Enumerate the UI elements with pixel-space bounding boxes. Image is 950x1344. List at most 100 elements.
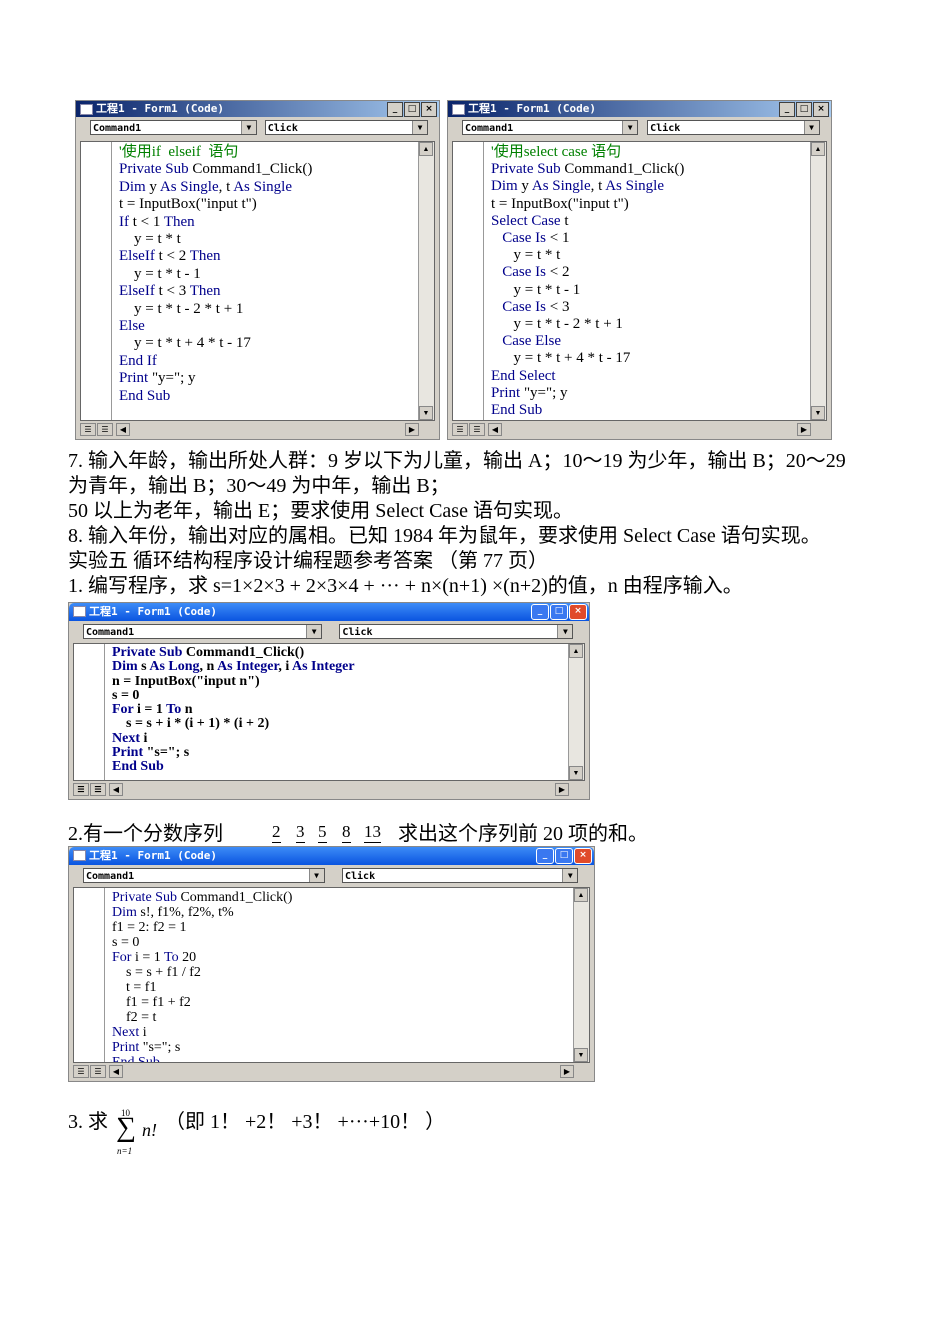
vertical-scrollbar[interactable]: ▲ ▼ (573, 888, 589, 1062)
close-button[interactable]: × (574, 848, 592, 864)
code-token: Next (112, 1025, 143, 1040)
code-line: If t < 1 Then (119, 214, 312, 231)
procedure-view-icon[interactable]: ☰ (73, 783, 89, 796)
full-module-view-icon[interactable]: ☰ (90, 783, 106, 796)
code-token: Print (119, 370, 152, 387)
procedure-dropdown[interactable]: Click ▼ (264, 120, 429, 135)
scroll-right-icon[interactable]: ▶ (405, 423, 419, 436)
scroll-down-icon[interactable]: ▼ (574, 1048, 588, 1062)
scroll-up-icon[interactable]: ▲ (569, 644, 583, 658)
scroll-right-icon[interactable]: ▶ (555, 783, 569, 796)
code-token: , i (278, 659, 292, 675)
procedure-dropdown[interactable]: Click ▼ (647, 120, 820, 135)
code-token: t = InputBox("input t") (491, 195, 629, 212)
code-token: Command1_Click() (185, 645, 305, 660)
scroll-left-icon[interactable]: ◀ (109, 783, 123, 796)
close-button[interactable]: × (421, 102, 437, 117)
close-button[interactable]: × (813, 102, 829, 117)
scroll-up-icon[interactable]: ▲ (419, 142, 433, 156)
minimize-button[interactable]: _ (387, 102, 403, 117)
code-line: Private Sub Command1_Click() (112, 645, 355, 660)
scroll-left-icon[interactable]: ◀ (116, 423, 130, 436)
code-line: Next i (112, 731, 355, 746)
code-editor[interactable]: Private Sub Command1_Click() Dim s!, f1%,… (73, 887, 590, 1063)
chevron-down-icon[interactable]: ▼ (557, 625, 573, 638)
minimize-button[interactable]: _ (531, 604, 549, 620)
question-7-line3: 50 以上为老年，输出 E；要求使用 Select Case 语句实现。 (68, 500, 573, 522)
scroll-down-icon[interactable]: ▼ (569, 766, 583, 780)
maximize-button[interactable]: □ (404, 102, 420, 117)
procedure-view-icon[interactable]: ☰ (80, 423, 96, 436)
full-module-view-icon[interactable]: ☰ (90, 1065, 106, 1078)
code-line: t = InputBox("input t") (119, 196, 312, 213)
code-token: 20 (182, 950, 197, 965)
code-line: '使用if elseif 语句 (119, 144, 312, 161)
chevron-down-icon[interactable]: ▼ (306, 625, 322, 638)
maximize-button[interactable]: □ (555, 848, 573, 864)
close-button[interactable]: × (569, 604, 587, 620)
procedure-view-icon[interactable]: ☰ (452, 423, 468, 436)
scroll-right-icon[interactable]: ▶ (797, 423, 811, 436)
maximize-button[interactable]: □ (796, 102, 812, 117)
scroll-down-icon[interactable]: ▼ (811, 406, 825, 420)
code-token: Dim (119, 178, 150, 195)
code-token: n = InputBox("input n") (112, 673, 260, 689)
sigma-symbol: ∑ (116, 1112, 136, 1143)
window-icon (80, 104, 93, 115)
chevron-down-icon[interactable]: ▼ (240, 121, 256, 134)
code-line: y = t * t - 2 * t + 1 (491, 316, 684, 333)
code-token: i = 1 (134, 950, 164, 965)
code-token: Print (112, 1040, 143, 1055)
procedure-dropdown[interactable]: Click ▼ (339, 624, 574, 639)
code-token: End Sub (491, 402, 543, 419)
procedure-dropdown[interactable]: Click ▼ (342, 868, 579, 883)
code-token: To (166, 702, 185, 718)
window-icon (73, 850, 86, 861)
code-token: s = 0 (112, 687, 140, 703)
code-token: As Single (531, 178, 591, 195)
code-token: t = InputBox("input t") (119, 196, 257, 213)
code-line: Private Sub Command1_Click() (491, 161, 684, 178)
code-token: Command1_Click() (180, 890, 293, 905)
code-editor[interactable]: Private Sub Command1_Click() Dim s As Lon… (73, 643, 585, 781)
vertical-scrollbar[interactable]: ▲ ▼ (418, 142, 434, 420)
chevron-down-icon[interactable]: ▼ (412, 121, 428, 134)
scroll-up-icon[interactable]: ▲ (574, 888, 588, 902)
window-icon (73, 606, 86, 617)
object-dropdown[interactable]: Command1 ▼ (462, 120, 639, 135)
code-token: To (164, 950, 183, 965)
code-token: End Sub (112, 1055, 160, 1063)
scroll-down-icon[interactable]: ▼ (419, 406, 433, 420)
maximize-button[interactable]: □ (550, 604, 568, 620)
code-line: s = s + i * (i + 1) * (i + 2) (112, 717, 355, 731)
chevron-down-icon[interactable]: ▼ (803, 121, 819, 134)
window-title-bar: 工程1 - Form1 (Code) _ □ × (76, 101, 439, 117)
vertical-scrollbar[interactable]: ▲ ▼ (568, 644, 584, 780)
object-dropdown[interactable]: Command1 ▼ (83, 868, 325, 883)
full-module-view-icon[interactable]: ☰ (469, 423, 485, 436)
scroll-up-icon[interactable]: ▲ (811, 142, 825, 156)
object-dropdown[interactable]: Command1 ▼ (83, 624, 323, 639)
code-editor[interactable]: '使用if elseif 语句 Private Sub Command1_Clic… (80, 141, 435, 421)
procedure-view-icon[interactable]: ☰ (73, 1065, 89, 1078)
minimize-button[interactable]: _ (779, 102, 795, 117)
code-token: Command1_Click() (564, 161, 685, 178)
scroll-left-icon[interactable]: ◀ (109, 1065, 123, 1078)
scroll-right-icon[interactable]: ▶ (560, 1065, 574, 1078)
object-dropdown[interactable]: Command1 ▼ (90, 120, 257, 135)
minimize-button[interactable]: _ (536, 848, 554, 864)
chevron-down-icon[interactable]: ▼ (308, 869, 324, 882)
chevron-down-icon[interactable]: ▼ (562, 869, 578, 882)
chevron-down-icon[interactable]: ▼ (622, 121, 638, 134)
code-token: , t (590, 178, 606, 195)
code-token: , n (199, 659, 218, 675)
document-page: 工程1 - Form1 (Code) _ □ × Command1 ▼ Click ▼ … (0, 0, 950, 1344)
full-module-view-icon[interactable]: ☰ (97, 423, 113, 436)
code-token: y = t * t + 4 * t - 17 (119, 335, 251, 352)
object-value: Command1 (93, 123, 142, 134)
vertical-scrollbar[interactable]: ▲ ▼ (810, 142, 826, 420)
scroll-left-icon[interactable]: ◀ (488, 423, 502, 436)
code-line: Case Is < 3 (491, 299, 684, 316)
code-editor[interactable]: '使用select case 语句 Private Sub Command1_Cl… (452, 141, 827, 421)
code-line: ElseIf t < 3 Then (119, 283, 312, 300)
